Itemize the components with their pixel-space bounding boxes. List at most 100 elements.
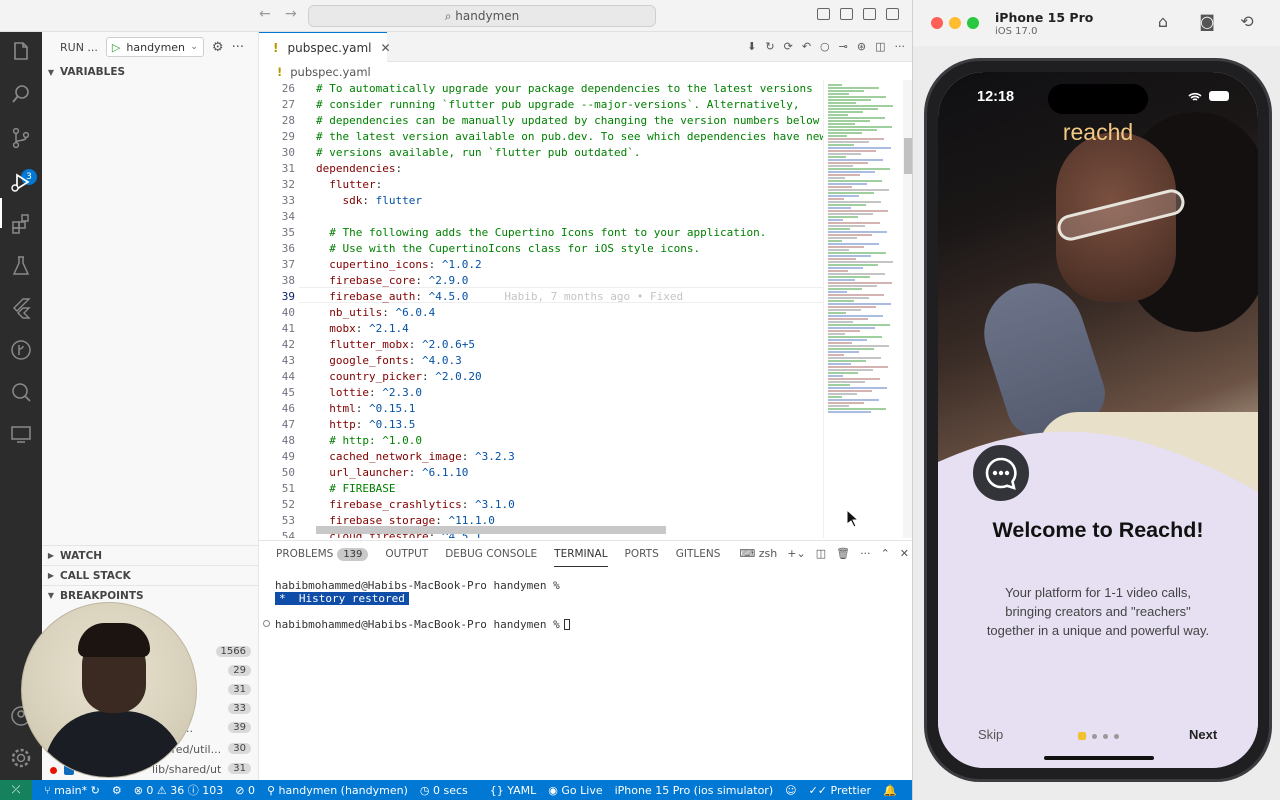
start-debugging-icon[interactable]: ▷ [112,41,120,54]
tab-gitlens[interactable]: GITLENS [676,541,721,567]
code-line: cached_network_image: ^3.2.3 [316,450,515,463]
tab-output[interactable]: OUTPUT [385,541,428,567]
close-icon[interactable]: ✕ [380,41,390,55]
page-dot-active[interactable] [1078,732,1086,740]
variables-section-header[interactable]: ▼ VARIABLES [42,62,259,82]
app-screen[interactable]: 12:18 reachd Welcome to Reachd! Your pla… [938,72,1258,768]
source-control-icon[interactable] [9,126,33,150]
close-window-button[interactable] [931,17,943,29]
explorer-icon[interactable] [9,40,33,64]
remote-explorer-icon[interactable] [9,422,33,446]
home-icon[interactable]: ⌂ [1153,12,1173,32]
gitlens-icon[interactable] [9,380,33,404]
extensions-icon[interactable] [9,212,33,236]
customize-layout-icon[interactable] [886,8,899,20]
back-arrow-icon[interactable]: ← [259,6,271,22]
line-number: 33 [281,194,295,207]
launch-settings-gear-icon[interactable]: ⚙ [212,40,224,55]
code-editor[interactable]: 26 # To automatically upgrade your packag… [259,80,823,538]
breakpoints-section-header[interactable]: ▼ BREAKPOINTS [42,585,259,605]
search-icon[interactable] [9,82,33,106]
flutter-icon[interactable] [9,296,33,320]
new-terminal-icon[interactable]: +⌄ [787,547,805,560]
run-and-debug-icon[interactable] [9,170,33,194]
breadcrumb[interactable]: ! pubspec.yaml [259,62,912,82]
toggle-primary-sidebar-icon[interactable] [817,8,830,20]
minimize-window-button[interactable] [949,17,961,29]
line-number: 50 [281,466,295,479]
testing-icon[interactable] [9,254,33,278]
language-mode[interactable]: {} YAML [490,784,537,797]
terminal-output[interactable]: habibmohammed@Habibs-MacBook-Pro handyme… [275,579,570,631]
screenshot-camera-icon[interactable]: ◙ [1197,12,1217,32]
more-actions-icon[interactable]: ··· [860,547,871,560]
timer-status[interactable]: ◷ 0 secs [420,784,468,797]
go-live-button[interactable]: ◉ Go Live [548,784,602,797]
toggle-panel-icon[interactable] [840,8,853,20]
horizontal-scrollbar[interactable] [316,526,666,534]
zoom-window-button[interactable] [967,17,979,29]
minimap-line [828,123,855,125]
open-changes-icon[interactable]: ⊛ [857,40,866,53]
minimap-line [828,381,865,383]
copilot-icon[interactable]: ☺ [785,784,796,797]
minimap-line [828,207,851,209]
code-line: # To automatically upgrade your package … [316,82,813,95]
minimap-line [828,282,892,284]
minimap-line [828,327,875,329]
git-next-icon[interactable]: ⊸ [839,40,848,53]
skip-button[interactable]: Skip [978,727,1003,742]
history-icon[interactable]: ↶ [802,40,811,53]
terminal-shell-selector[interactable]: ⌨ zsh [739,547,777,560]
mouse-cursor-icon [846,509,858,527]
more-actions-icon[interactable]: ··· [232,40,244,55]
refresh-icon[interactable]: ↻ [765,40,774,53]
device-selector[interactable]: iPhone 15 Pro (ios simulator) [615,784,774,797]
git-branch[interactable]: ⑂ main* ↻ [44,784,100,797]
split-editor-icon[interactable]: ◫ [875,40,885,53]
tab-ports[interactable]: PORTS [625,541,659,567]
editor-tab[interactable]: ! pubspec.yaml ✕ [259,32,391,62]
maximize-panel-icon[interactable]: ⌃ [881,547,890,560]
download-icon[interactable]: ⬇ [747,40,756,53]
restart-icon[interactable]: ⟳ [784,40,793,53]
launch-config-select[interactable]: ▷ handymen ⌄ [105,37,204,57]
tab-debug-console[interactable]: DEBUG CONSOLE [445,541,537,567]
forward-arrow-icon[interactable]: → [285,6,297,22]
minimap-line [828,312,846,314]
command-center-search[interactable]: ⌕ handymen [308,5,656,27]
call-stack-section-header[interactable]: ▶ CALL STACK [42,565,259,585]
tab-problems[interactable]: PROBLEMS 139 [276,541,369,567]
page-dot[interactable] [1103,733,1108,739]
webcam-overlay [21,602,197,778]
next-button[interactable]: Next [1189,727,1217,742]
minimap-line [828,309,861,311]
manage-gear-icon[interactable] [9,746,33,770]
home-indicator[interactable] [1044,756,1154,760]
rotate-device-icon[interactable]: ⟲ [1237,12,1257,32]
page-dot[interactable] [1114,733,1119,739]
page-dot[interactable] [1092,733,1097,739]
split-terminal-icon[interactable]: ◫ [816,547,826,560]
ports-status[interactable]: ⊘ 0 [235,784,255,797]
scrollbar-thumb[interactable] [904,138,912,174]
toggle-secondary-sidebar-icon[interactable] [863,8,876,20]
notifications-bell-icon[interactable]: 🔔 [883,784,897,797]
tab-terminal[interactable]: TERMINAL [554,541,608,567]
debug-status-icon[interactable]: ⚙ [112,784,122,797]
watch-section-header[interactable]: ▶ WATCH [42,545,259,565]
page-indicator[interactable] [1078,732,1119,740]
kill-terminal-icon[interactable]: 🗑 [836,547,850,560]
close-panel-icon[interactable]: ✕ [900,547,909,560]
prettier-status[interactable]: ✓✓ Prettier [809,784,871,797]
code-line: url_launcher: ^6.1.10 [316,466,469,479]
terminal-icon: ⌨ [739,547,759,560]
debug-target-status[interactable]: ⚲ handymen (handymen) [267,784,408,797]
problems-status[interactable]: ⊗ 0 ⚠ 36 ⓘ 103 [134,782,224,798]
git-graph-icon[interactable] [9,338,33,362]
git-compare-icon[interactable]: ○ [820,40,830,53]
more-actions-icon[interactable]: ··· [895,40,906,53]
minimap[interactable] [823,80,903,538]
remote-indicator-icon[interactable]: ⤫ [0,780,32,800]
vertical-scrollbar[interactable] [903,80,912,538]
